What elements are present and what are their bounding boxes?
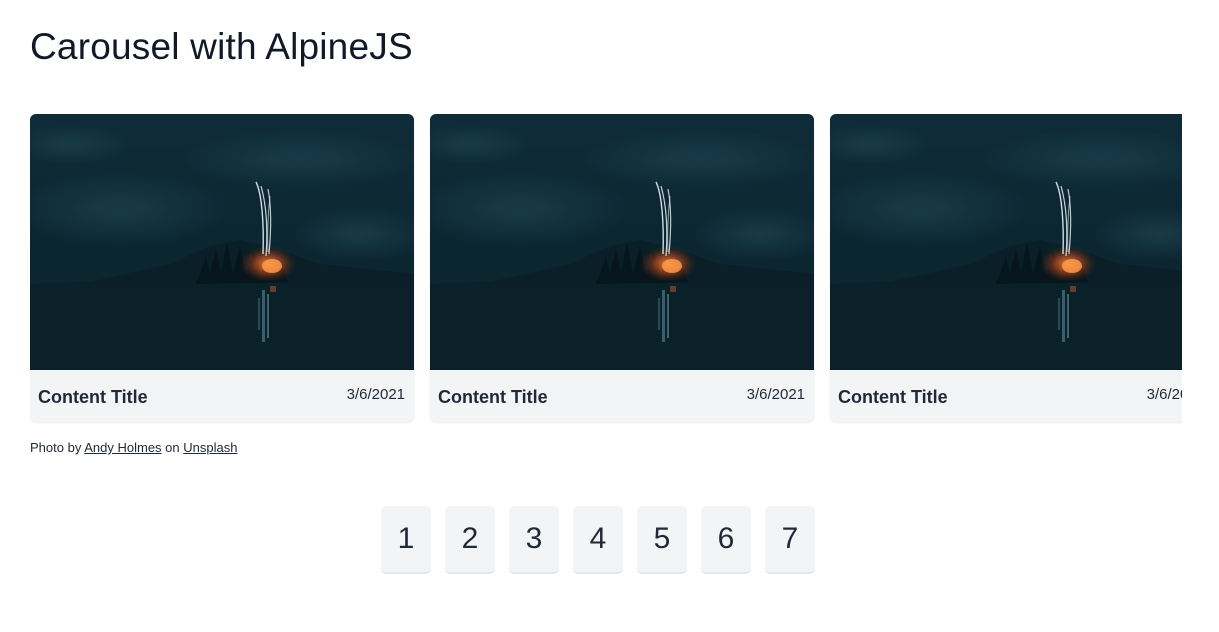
page-title: Carousel with AlpineJS bbox=[30, 26, 413, 67]
page-button-2[interactable]: 2 bbox=[445, 506, 495, 574]
photo-credit: Photo by Andy Holmes on Unsplash bbox=[30, 440, 237, 455]
card-footer: Content Title 3/6/2021 bbox=[830, 370, 1182, 422]
card-title: Content Title bbox=[838, 387, 948, 407]
card-image bbox=[30, 114, 414, 370]
card-image bbox=[430, 114, 814, 370]
card-title: Content Title bbox=[38, 387, 148, 407]
credit-middle: on bbox=[165, 440, 180, 455]
card-date: 3/6/2021 bbox=[346, 386, 405, 403]
carousel-card[interactable]: Content Title 3/6/2021 bbox=[430, 114, 814, 422]
carousel-card[interactable]: Content Title 3/6/2021 bbox=[830, 114, 1182, 422]
page-button-4[interactable]: 4 bbox=[573, 506, 623, 574]
carousel[interactable]: Content Title 3/6/2021 Content Title 3/6… bbox=[30, 114, 1182, 424]
card-footer: Content Title 3/6/2021 bbox=[430, 370, 814, 422]
unsplash-link[interactable]: Unsplash bbox=[183, 440, 237, 455]
page: Carousel with AlpineJS Content Title 3/6… bbox=[0, 0, 1219, 632]
card-footer: Content Title 3/6/2021 bbox=[30, 370, 414, 422]
credit-prefix: Photo by bbox=[30, 440, 82, 455]
card-title: Content Title bbox=[438, 387, 548, 407]
card-date: 3/6/2021 bbox=[746, 386, 805, 403]
page-button-3[interactable]: 3 bbox=[509, 506, 559, 574]
page-button-7[interactable]: 7 bbox=[765, 506, 815, 574]
card-date: 3/6/2021 bbox=[1146, 386, 1182, 403]
page-button-6[interactable]: 6 bbox=[701, 506, 751, 574]
card-image bbox=[830, 114, 1182, 370]
page-button-5[interactable]: 5 bbox=[637, 506, 687, 574]
carousel-card[interactable]: Content Title 3/6/2021 bbox=[30, 114, 414, 422]
page-button-1[interactable]: 1 bbox=[381, 506, 431, 574]
author-link[interactable]: Andy Holmes bbox=[84, 440, 161, 455]
pagination: 1 2 3 4 5 6 7 8 bbox=[381, 506, 829, 576]
